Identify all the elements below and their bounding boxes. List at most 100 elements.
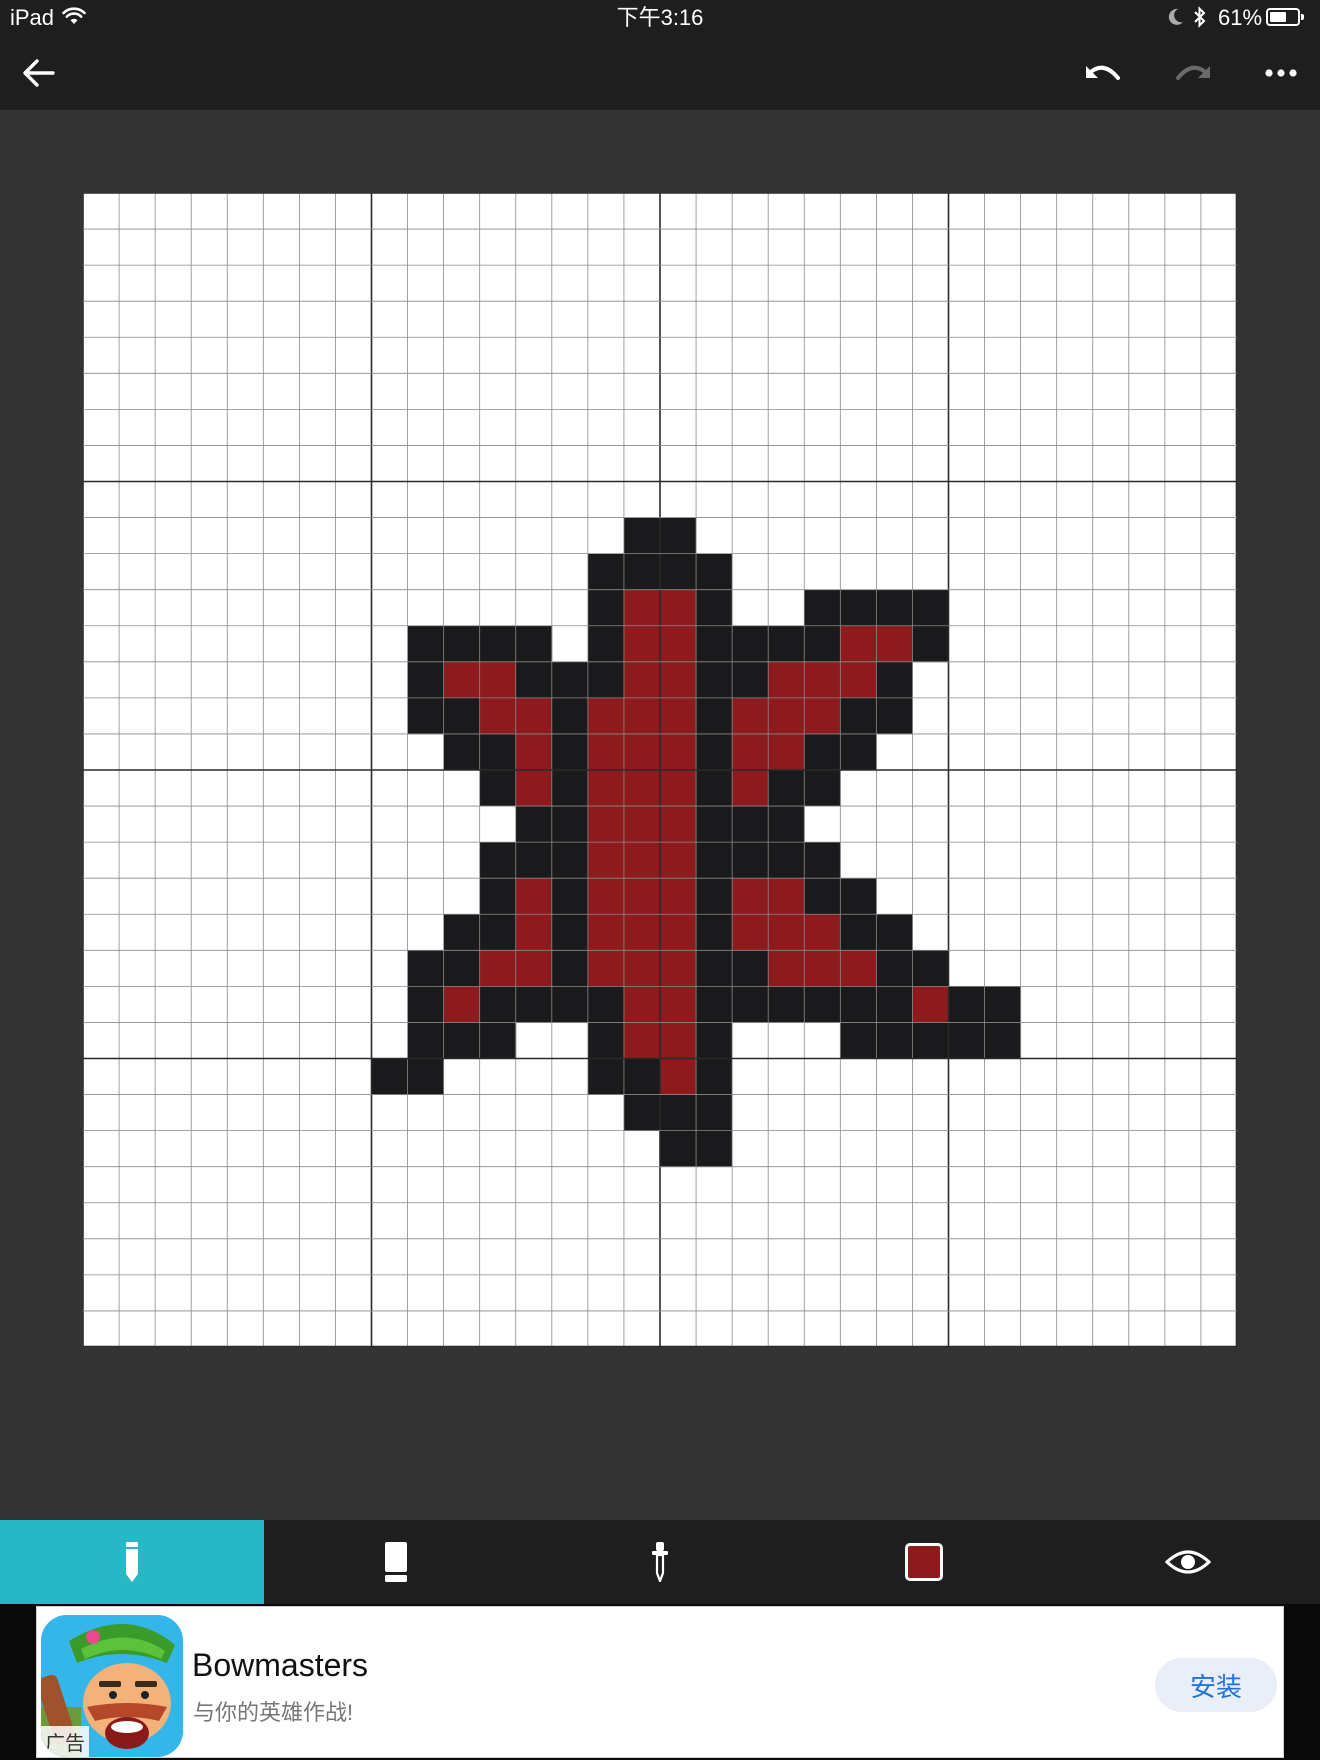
pixel-black[interactable] [443, 950, 481, 987]
pixel-red[interactable] [732, 878, 769, 915]
pixel-black[interactable] [840, 1022, 877, 1059]
pixel-black[interactable] [804, 986, 841, 1023]
pixel-red[interactable] [804, 661, 841, 699]
pixel-black[interactable] [768, 806, 805, 843]
pixel-red[interactable] [623, 589, 661, 627]
pixel-red[interactable] [479, 661, 517, 699]
pixel-red[interactable] [660, 770, 697, 807]
pixel-red[interactable] [660, 950, 697, 987]
pixel-red[interactable] [623, 661, 661, 699]
pixel-black[interactable] [768, 842, 805, 879]
pixel-black[interactable] [407, 1022, 445, 1059]
pixel-black[interactable] [515, 661, 553, 699]
pixel-black[interactable] [984, 986, 1022, 1023]
pixel-red[interactable] [623, 806, 661, 843]
pixel-black[interactable] [696, 661, 733, 699]
pixel-red[interactable] [515, 697, 553, 735]
pixel-black[interactable] [515, 625, 553, 663]
pixel-black[interactable] [840, 914, 877, 951]
pixel-black[interactable] [407, 697, 445, 735]
pixel-black[interactable] [443, 625, 481, 663]
back-button[interactable] [2, 36, 76, 110]
pixel-black[interactable] [696, 950, 733, 987]
pixel-red[interactable] [732, 770, 769, 807]
pixel-black[interactable] [515, 842, 553, 879]
pixel-black[interactable] [876, 661, 913, 699]
pixel-red[interactable] [587, 878, 625, 915]
pixel-black[interactable] [876, 914, 913, 951]
pixel-red[interactable] [623, 733, 661, 771]
pixel-black[interactable] [551, 697, 589, 735]
pixel-red[interactable] [660, 1058, 697, 1095]
pixel-black[interactable] [479, 1022, 517, 1059]
pixel-black[interactable] [587, 589, 625, 627]
pixel-red[interactable] [623, 625, 661, 663]
pixel-red[interactable] [876, 625, 913, 663]
pixel-black[interactable] [623, 517, 661, 555]
pixel-black[interactable] [551, 733, 589, 771]
pixel-red[interactable] [768, 950, 805, 987]
pixel-black[interactable] [732, 842, 769, 879]
pixel-red[interactable] [515, 878, 553, 915]
pixel-black[interactable] [660, 1094, 697, 1132]
pixel-black[interactable] [479, 770, 517, 807]
pixel-black[interactable] [587, 661, 625, 699]
pixel-black[interactable] [443, 733, 481, 771]
pixel-red[interactable] [840, 950, 877, 987]
pixel-red[interactable] [479, 697, 517, 735]
pixel-black[interactable] [912, 589, 949, 627]
pixel-black[interactable] [407, 986, 445, 1023]
pixel-black[interactable] [768, 986, 805, 1023]
pixel-red[interactable] [479, 950, 517, 987]
pixel-red[interactable] [623, 914, 661, 951]
more-button[interactable] [1244, 36, 1318, 110]
pixel-black[interactable] [443, 697, 481, 735]
pixel-red[interactable] [515, 914, 553, 951]
pixel-black[interactable] [696, 697, 733, 735]
pixel-red[interactable] [660, 625, 697, 663]
pixel-red[interactable] [623, 842, 661, 879]
pixel-black[interactable] [948, 986, 985, 1023]
pixel-black[interactable] [443, 1022, 481, 1059]
pixel-black[interactable] [840, 986, 877, 1023]
pixel-black[interactable] [840, 878, 877, 915]
pixel-black[interactable] [696, 914, 733, 951]
pixel-red[interactable] [732, 914, 769, 951]
pixel-black[interactable] [732, 806, 769, 843]
pixel-black[interactable] [696, 625, 733, 663]
pixel-black[interactable] [696, 1058, 733, 1095]
pixel-black[interactable] [912, 950, 949, 987]
pixel-black[interactable] [768, 625, 805, 663]
pixel-black[interactable] [587, 1058, 625, 1095]
install-button[interactable]: 安装 [1155, 1658, 1277, 1712]
pixel-black[interactable] [551, 842, 589, 879]
pixel-canvas[interactable] [83, 193, 1237, 1347]
pixel-black[interactable] [479, 878, 517, 915]
pixel-black[interactable] [479, 625, 517, 663]
pixel-black[interactable] [371, 1058, 408, 1095]
pixel-black[interactable] [732, 950, 769, 987]
pixel-black[interactable] [515, 806, 553, 843]
pixel-black[interactable] [407, 661, 445, 699]
pixel-black[interactable] [696, 1094, 733, 1132]
pixel-black[interactable] [696, 1022, 733, 1059]
redo-button[interactable] [1156, 36, 1230, 110]
pixel-black[interactable] [696, 878, 733, 915]
pixel-black[interactable] [804, 842, 841, 879]
pixel-red[interactable] [660, 914, 697, 951]
pixel-red[interactable] [660, 1022, 697, 1059]
pixel-black[interactable] [696, 842, 733, 879]
pixel-black[interactable] [948, 1022, 985, 1059]
pixel-black[interactable] [551, 914, 589, 951]
pixel-black[interactable] [804, 878, 841, 915]
pixel-red[interactable] [768, 661, 805, 699]
pixel-black[interactable] [623, 1094, 661, 1132]
pixel-red[interactable] [623, 950, 661, 987]
pixel-red[interactable] [515, 950, 553, 987]
pixel-black[interactable] [804, 625, 841, 663]
pixel-red[interactable] [840, 625, 877, 663]
undo-button[interactable] [1066, 36, 1140, 110]
pixel-red[interactable] [840, 661, 877, 699]
pixel-red[interactable] [443, 986, 481, 1023]
pixel-black[interactable] [804, 733, 841, 771]
